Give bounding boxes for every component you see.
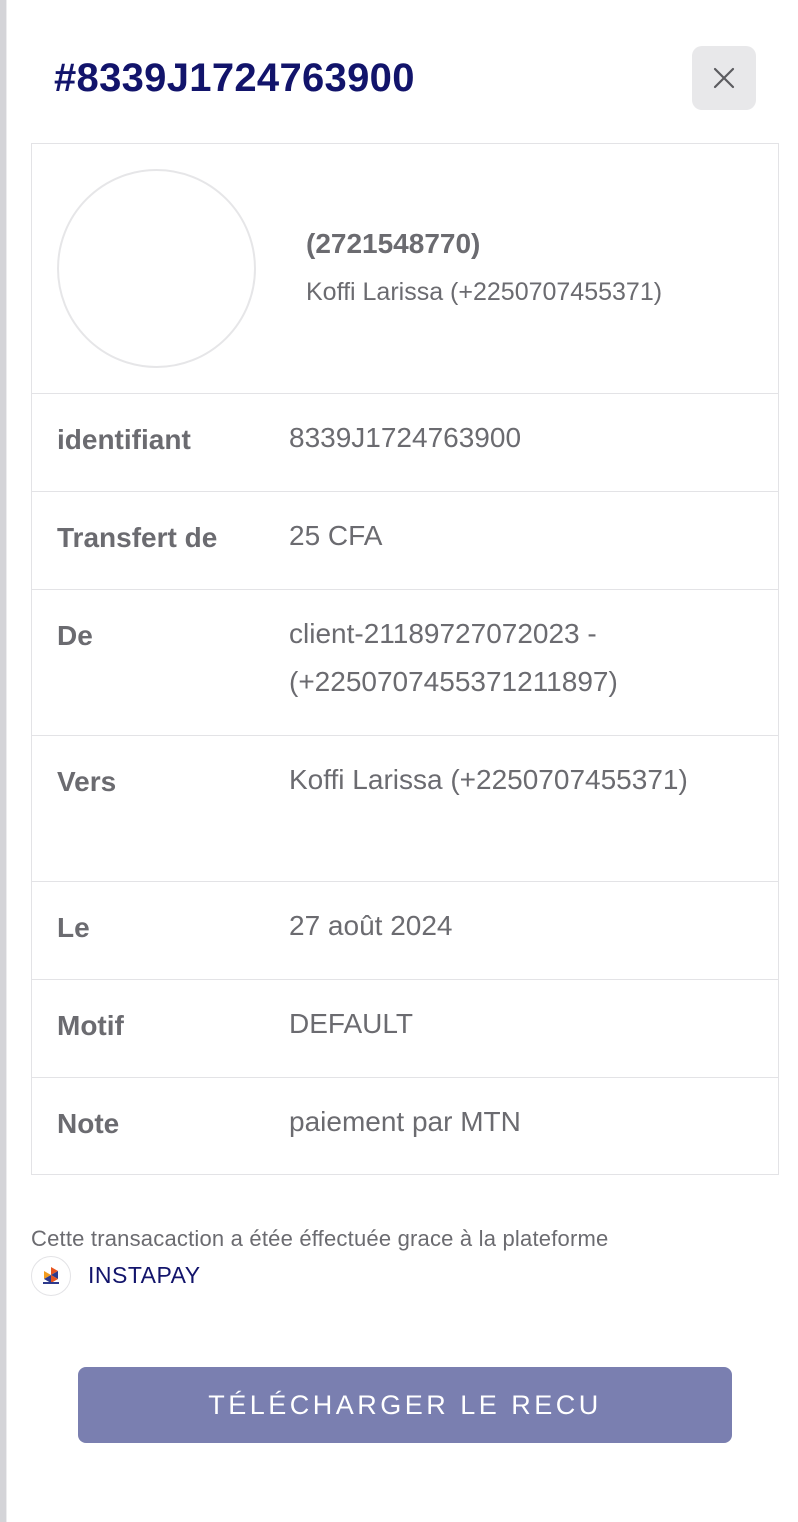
detail-value: paiement par MTN	[289, 1106, 521, 1137]
detail-value: Koffi Larissa (+2250707455371)	[289, 764, 688, 795]
detail-value: 25 CFA	[289, 520, 383, 551]
detail-value: client-21189727072023 - (+22507074553712…	[289, 618, 618, 697]
detail-label: Transfert de	[57, 522, 218, 553]
download-receipt-button[interactable]: TÉLÉCHARGER LE RECU	[78, 1367, 732, 1443]
detail-value: DEFAULT	[289, 1008, 413, 1039]
detail-value: 27 août 2024	[289, 910, 453, 941]
detail-label: Le	[57, 912, 90, 943]
detail-row-reason: Motif DEFAULT	[32, 980, 778, 1078]
avatar	[57, 169, 256, 368]
detail-label: Vers	[57, 766, 117, 797]
detail-label: identifiant	[57, 424, 191, 455]
detail-row-to: Vers Koffi Larissa (+2250707455371)	[32, 736, 778, 882]
detail-value: 8339J1724763900	[289, 422, 522, 453]
detail-row-identifiant: identifiant 8339J1724763900	[32, 394, 778, 492]
transaction-detail-panel: #8339J1724763900 (2721548770) Koffi Lari…	[7, 0, 798, 1522]
recipient-id: (2721548770)	[306, 228, 481, 259]
detail-row-from: De client-21189727072023 - (+22507074553…	[32, 590, 778, 736]
recipient-name: Koffi Larissa (+2250707455371)	[306, 278, 663, 306]
close-icon	[713, 67, 735, 89]
detail-row-note: Note paiement par MTN	[32, 1078, 778, 1174]
instapay-logo-icon	[31, 1256, 71, 1296]
platform-notice: Cette transacaction a étée éffectuée gra…	[31, 1226, 609, 1251]
detail-label: Note	[57, 1108, 120, 1139]
recipient-header: (2721548770) Koffi Larissa (+22507074553…	[32, 144, 778, 394]
detail-row-date: Le 27 août 2024	[32, 882, 778, 980]
detail-row-amount: Transfert de 25 CFA	[32, 492, 778, 590]
transaction-details-card: (2721548770) Koffi Larissa (+22507074553…	[31, 143, 779, 1175]
close-button[interactable]	[692, 46, 756, 110]
detail-label: De	[57, 620, 93, 651]
detail-label: Motif	[57, 1010, 124, 1041]
instapay-link[interactable]: INSTAPAY	[88, 1262, 201, 1289]
transaction-title: #8339J1724763900	[54, 56, 415, 100]
